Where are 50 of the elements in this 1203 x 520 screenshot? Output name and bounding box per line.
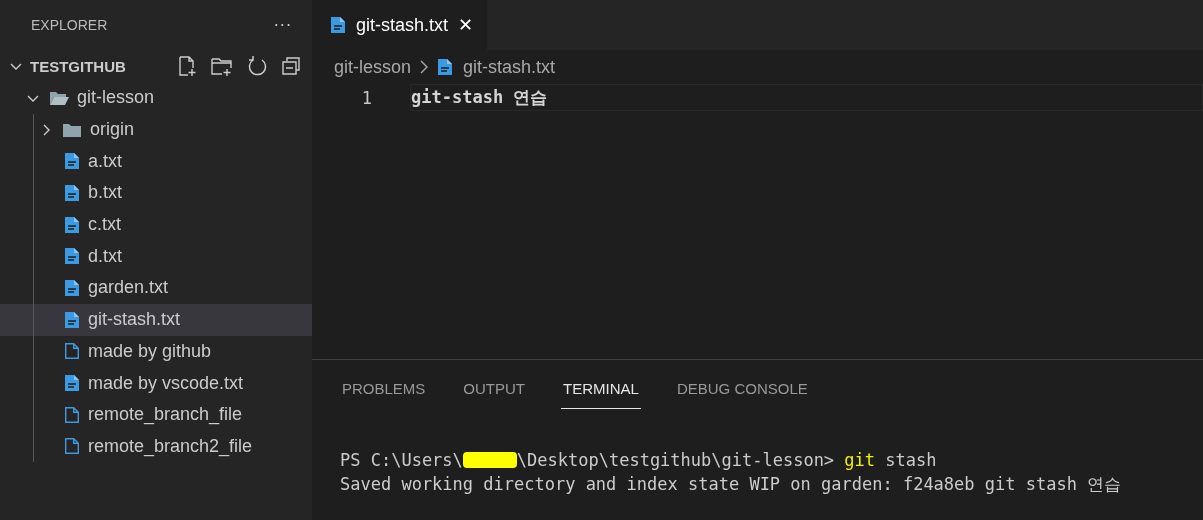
tree-item[interactable]: d.txt [0,240,312,273]
panel-tab[interactable]: PROBLEMS [340,376,428,409]
tree-item[interactable]: made by vscode.txt [0,367,312,399]
tree-item[interactable]: git-lesson [0,82,312,114]
document-icon [330,16,346,34]
file-icon [64,342,80,361]
folder-icon [62,121,82,138]
document-icon [64,374,80,393]
panel-tab[interactable]: DEBUG CONSOLE [674,376,810,409]
file-icon [64,437,80,456]
file-icon [64,405,80,424]
new-file-icon[interactable] [176,55,198,77]
tree-item[interactable]: remote_branch_file [0,398,312,431]
document-icon [64,215,80,234]
redaction-mark [462,452,517,468]
tree-item[interactable]: origin [0,113,312,146]
terminal-text: PS C:\Users\ [340,449,463,472]
tree-item[interactable]: git-stash.txt [0,303,312,336]
chevron-icon [419,59,430,75]
sidebar-title: EXPLORER [31,17,108,33]
breadcrumb-item[interactable]: git-lesson [334,56,412,78]
refresh-icon[interactable] [246,55,268,77]
terminal-command: git [844,449,876,472]
tree-item[interactable]: made by github [0,335,312,368]
more-actions-button[interactable]: ··· [273,15,292,35]
workspace-header[interactable]: TESTGITHUB [0,50,312,82]
terminal-text: stash [884,449,937,472]
new-folder-icon[interactable] [210,55,234,77]
document-icon [64,278,80,297]
line-number: 1 [360,87,372,108]
collapse-all-icon[interactable] [280,55,302,77]
document-icon [64,183,80,202]
document-icon [64,152,80,171]
tree-item[interactable]: remote_branch2_file [0,430,312,463]
tree-item[interactable]: garden.txt [0,272,312,304]
breadcrumb-item[interactable]: git-stash.txt [437,56,556,78]
editor-tab[interactable]: git-stash.txt ✕ [312,0,488,50]
tree-item[interactable]: a.txt [0,145,312,178]
tree-item[interactable]: c.txt [0,208,312,241]
terminal-text: \Desktop\testgithub\git-lesson> [516,449,836,472]
document-icon [64,310,80,329]
code-text: git-stash 연습 [411,86,548,109]
panel-tab[interactable]: OUTPUT [461,376,528,409]
close-icon[interactable]: ✕ [458,14,474,36]
terminal-text: Saved working directory and index state WIP on garden: f24a8eb git stash 연습 [340,473,1122,496]
document-icon [437,58,454,76]
document-icon [64,247,80,266]
open-folder-icon [49,89,69,106]
tree-item[interactable]: b.txt [0,177,312,209]
panel-tab[interactable]: TERMINAL [561,376,641,409]
